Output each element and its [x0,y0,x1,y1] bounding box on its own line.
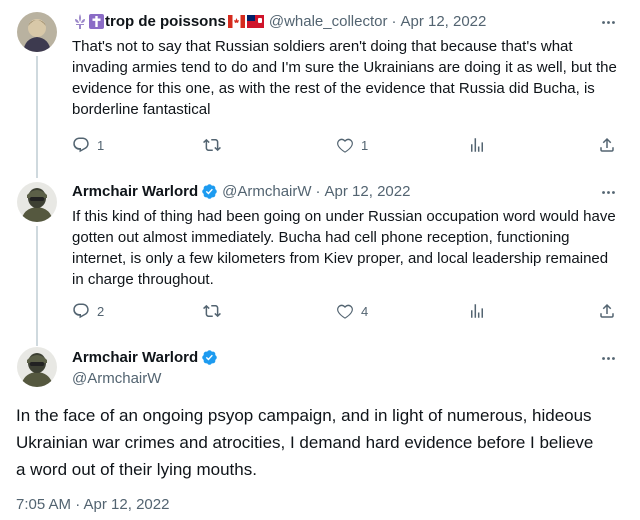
bermuda-flag-icon [246,14,264,28]
share-button[interactable] [598,302,616,320]
tweet-author: Armchair Warlord [72,347,218,367]
main-tweet-text: In the face of an ongoing psyop campaign… [16,406,594,479]
handle[interactable]: @ArmchairW [222,183,311,200]
reply-button[interactable]: 2 [72,302,104,320]
reply-icon [73,303,89,319]
separator-dot: · [315,182,321,200]
tweet-text: That's not to say that Russian soldiers … [72,38,617,118]
retweet-button[interactable] [203,136,228,154]
like-button[interactable]: 1 [336,136,368,154]
avatar-trop-de-poissons[interactable] [17,12,57,52]
like-count: 1 [361,137,369,153]
more-icon[interactable] [598,12,618,32]
tweet-handle-row: @ArmchairW [72,368,161,388]
share-icon [600,303,614,318]
views-icon [471,304,483,318]
tweet-header: trop de poissons @whale_collector · Apr … [72,11,486,31]
verified-badge-icon [202,349,217,365]
thread-connector-bottom [36,226,38,346]
like-icon [337,304,353,319]
retweet-icon [203,304,221,318]
thread-connector [36,56,38,176]
tweet-date[interactable]: Apr 12, 2022 [325,183,411,200]
tweet-actions: 2 4 [68,301,620,321]
display-name[interactable]: Armchair Warlord [72,349,198,366]
share-icon [600,137,614,152]
tweet-timestamp[interactable]: 7:05 AM · Apr 12, 2022 [16,496,169,513]
cross-icon [89,13,104,29]
reply-count: 1 [97,137,105,153]
like-icon [337,138,353,153]
reply-count: 2 [97,303,105,319]
thread-connector-top [36,336,38,344]
verified-badge-icon [202,183,217,199]
more-icon[interactable] [598,348,618,368]
views-icon [471,138,483,152]
fleur-de-lis-icon [75,13,85,29]
tweet-text: If this kind of thing had been going on … [72,208,616,288]
share-button[interactable] [598,136,616,154]
retweet-button[interactable] [203,302,228,320]
tweet-actions: 1 1 [68,135,620,155]
views-button[interactable] [468,302,486,320]
display-name[interactable]: Armchair Warlord [72,183,198,200]
like-count: 4 [361,303,369,319]
canada-flag-icon [227,14,245,28]
tweet-header: Armchair Warlord @ArmchairW · Apr 12, 20… [72,181,410,201]
separator-dot: · [391,12,397,30]
main-tweet: Armchair Warlord @ArmchairW In the face … [0,336,640,520]
avatar-armchair-warlord[interactable] [17,182,57,222]
like-button[interactable]: 4 [336,302,368,320]
display-name[interactable]: trop de poissons [105,13,226,30]
thread-connector-top [36,170,38,178]
tweet-whale-collector[interactable]: trop de poissons @whale_collector · Apr … [0,0,640,176]
reply-icon [73,137,89,153]
avatar-armchair-warlord[interactable] [17,347,57,387]
tweet-date[interactable]: Apr 12, 2022 [400,13,486,30]
handle[interactable]: @ArmchairW [72,370,161,387]
reply-button[interactable]: 1 [72,136,104,154]
tweet-armchair-warlord-reply[interactable]: Armchair Warlord @ArmchairW · Apr 12, 20… [0,170,640,346]
views-button[interactable] [468,136,486,154]
handle[interactable]: @whale_collector [269,13,388,30]
retweet-icon [203,138,221,152]
more-icon[interactable] [598,182,618,202]
